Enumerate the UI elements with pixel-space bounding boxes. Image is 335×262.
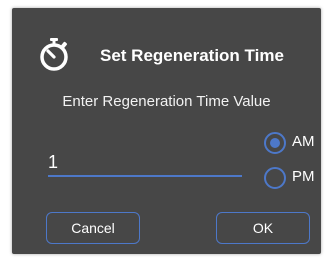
- regeneration-time-dialog: Set Regeneration Time Enter Regeneration…: [12, 8, 321, 254]
- cancel-button[interactable]: Cancel: [46, 212, 140, 244]
- time-value-input[interactable]: [48, 149, 242, 177]
- am-radio-circle[interactable]: [264, 132, 286, 154]
- dialog-title: Set Regeneration Time: [100, 46, 284, 65]
- pm-radio[interactable]: PM: [264, 166, 324, 190]
- dialog-header: Set Regeneration Time: [12, 38, 321, 74]
- radio-selected-dot: [270, 138, 280, 148]
- pm-radio-label: PM: [292, 168, 315, 185]
- am-radio-label: AM: [292, 133, 315, 150]
- am-radio[interactable]: AM: [264, 131, 324, 155]
- ok-button[interactable]: OK: [216, 212, 310, 244]
- pm-radio-circle[interactable]: [264, 167, 286, 189]
- prompt-label: Enter Regeneration Time Value: [62, 93, 271, 110]
- stopwatch-icon: [38, 38, 70, 72]
